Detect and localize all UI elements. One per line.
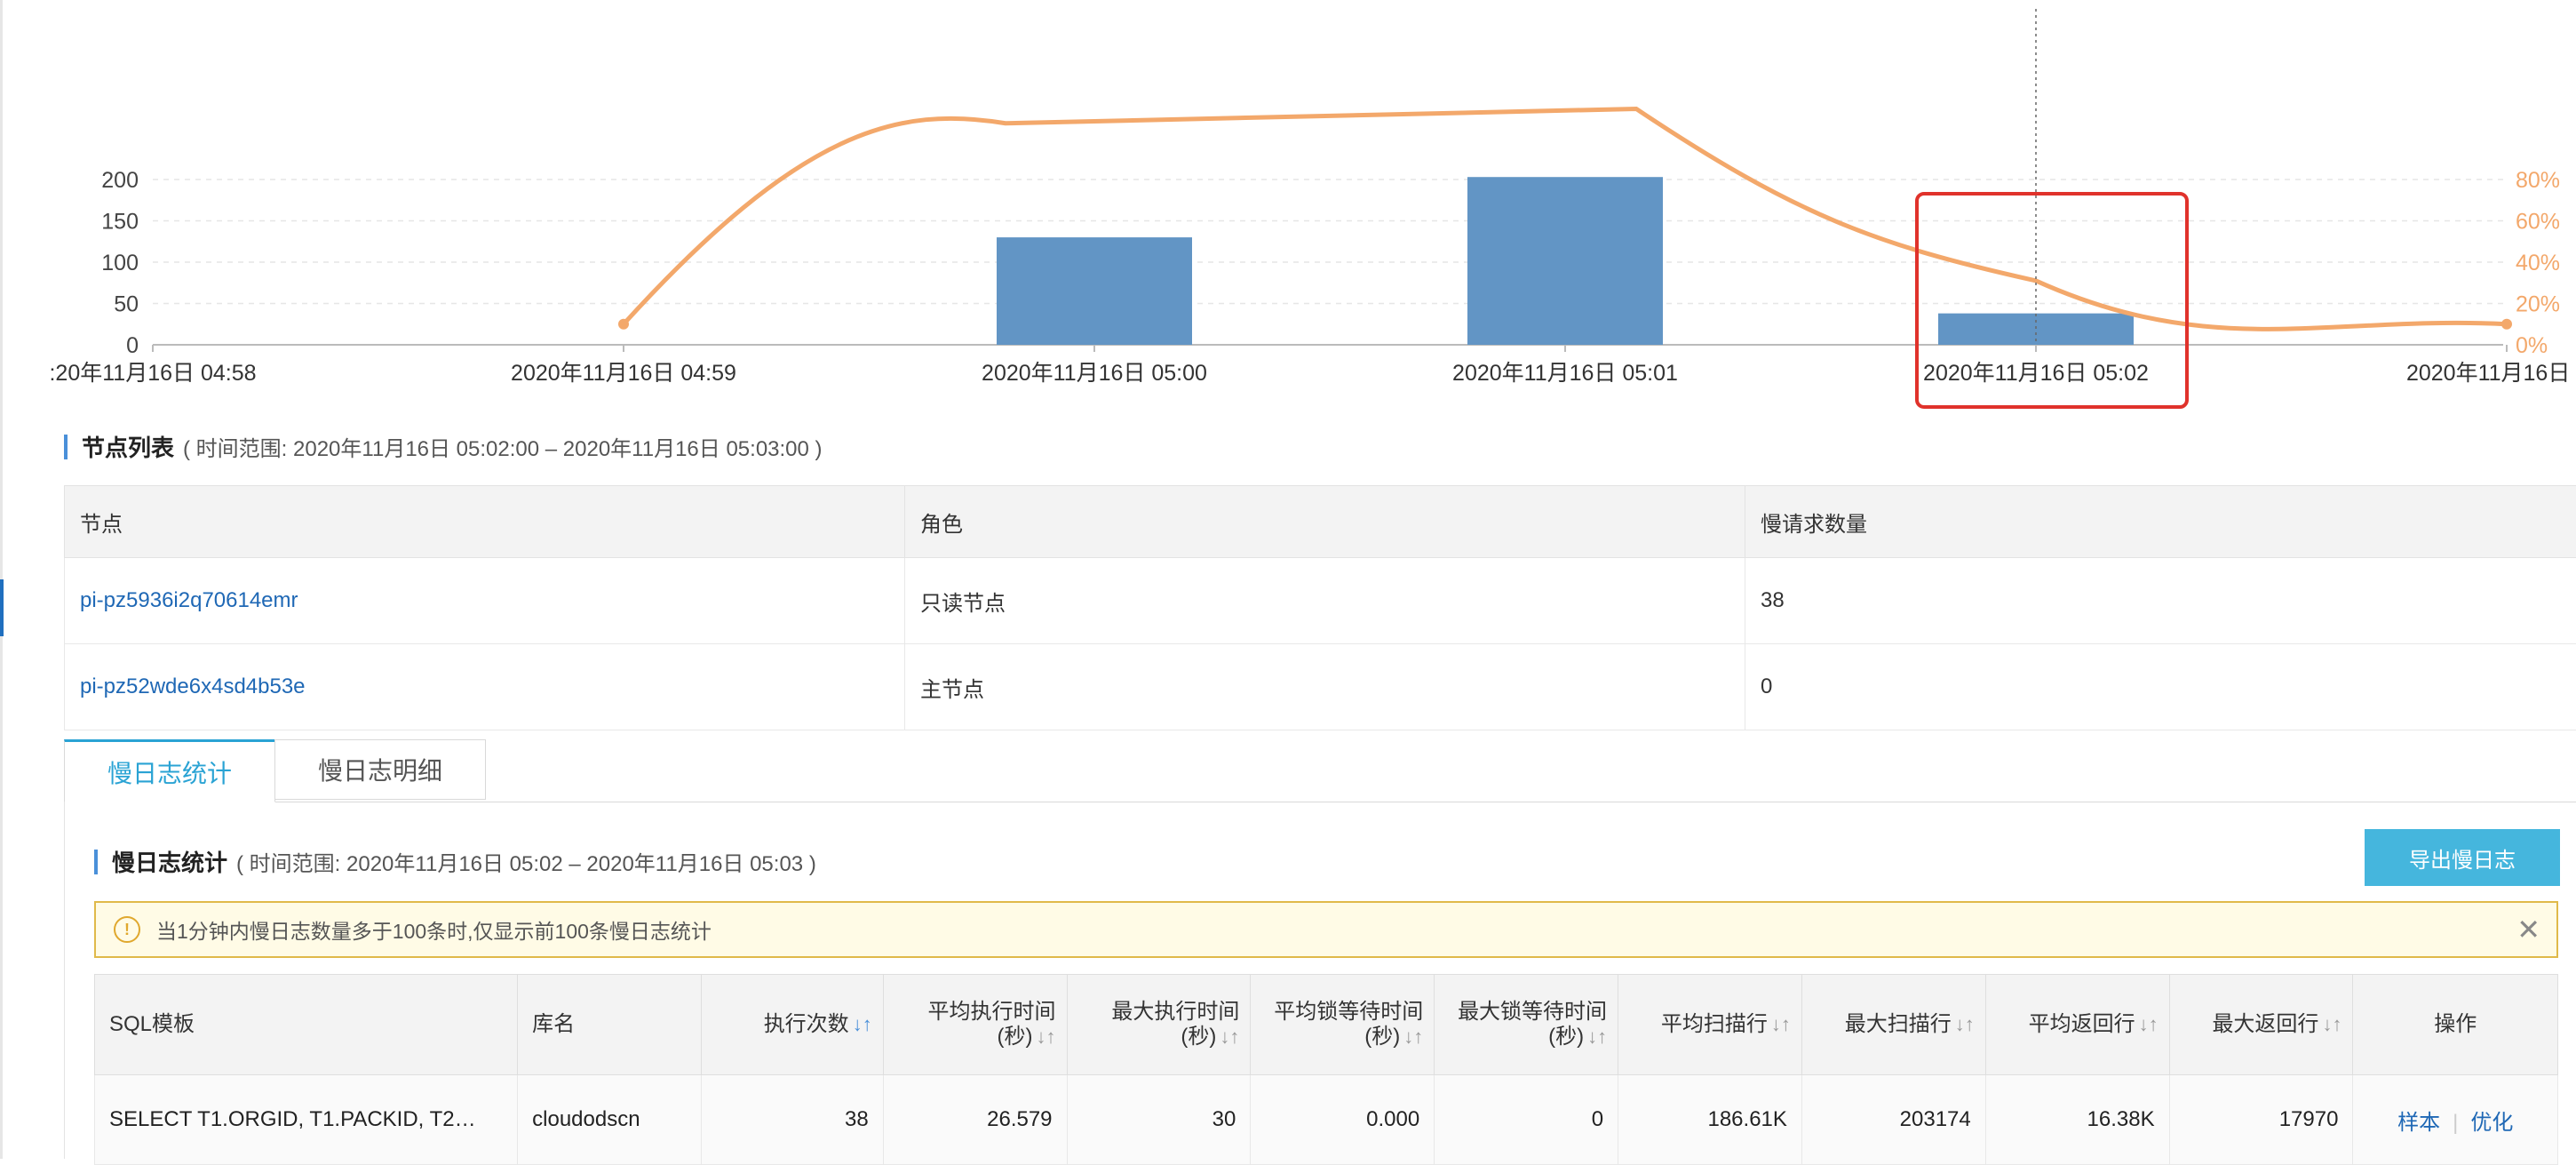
table-row: pi-pz52wde6x4sd4b53e 主节点 0 <box>65 644 2576 730</box>
x-tick-label: 2020年11月16日 05:01 <box>1452 361 1678 386</box>
sort-icon[interactable]: ↓↑ <box>2322 1013 2341 1035</box>
column-header-role: 角色 <box>905 486 1745 558</box>
column-header-max-return-rows[interactable]: 最大返回行↓↑ <box>2169 975 2353 1075</box>
y-right-tick-label: 40% <box>2516 251 2560 275</box>
max-exec-time-cell: 30 <box>1067 1075 1251 1165</box>
x-tick-label: 2020年11月16日 05: <box>2406 361 2576 386</box>
node-slow-count: 38 <box>1745 558 2576 644</box>
slow-log-chart: 0 50 100 150 200 0% 20% 40% 60% 80% :20年11月16日 04:… <box>0 0 2576 409</box>
tab-slow-log-detail[interactable]: 慢日志明细 <box>274 739 486 800</box>
sort-icon[interactable]: ↓↑ <box>2139 1013 2159 1035</box>
column-header-avg-return-rows[interactable]: 平均返回行↓↑ <box>1985 975 2169 1075</box>
x-tick-label: 2020年11月16日 05:02 <box>1923 361 2149 386</box>
y-tick-label: 100 <box>101 251 139 275</box>
warning-text: 当1分钟内慢日志数量多于100条时,仅显示前100条慢日志统计 <box>156 914 712 945</box>
line-point <box>618 319 629 330</box>
section-accent-bar <box>64 435 68 459</box>
close-icon[interactable]: ✕ <box>2516 915 2540 944</box>
sort-icon[interactable]: ↓↑ <box>1220 1025 1239 1048</box>
avg-return-rows-cell: 16.38K <box>1985 1075 2169 1165</box>
actions-cell: 样本 | 优化 <box>2353 1075 2558 1165</box>
slow-log-stats-table: SQL模板 库名 执行次数↓↑ 平均执行时间 (秒)↓↑ 最大执行时间 (秒)↓… <box>94 974 2558 1165</box>
x-tick-label: 2020年11月16日 04:59 <box>511 361 736 386</box>
node-table: 节点 角色 慢请求数量 pi-pz5936i2q70614emr 只读节点 38… <box>64 485 2576 730</box>
node-slow-count: 0 <box>1745 644 2576 730</box>
sort-icon[interactable]: ↓↑ <box>1587 1025 1607 1048</box>
column-header-max-lock-wait[interactable]: 最大锁等待时间 (秒)↓↑ <box>1435 975 1618 1075</box>
sort-icon[interactable]: ↓↑ <box>1037 1025 1056 1048</box>
max-scan-rows-cell: 203174 <box>1801 1075 1985 1165</box>
table-row: SELECT T1.ORGID, T1.PACKID, T2… cloudods… <box>95 1075 2558 1165</box>
warning-banner: ! 当1分钟内慢日志数量多于100条时,仅显示前100条慢日志统计 ✕ <box>94 901 2558 958</box>
sort-icon[interactable]: ↓↑ <box>1955 1013 1975 1035</box>
y-right-tick-label: 0% <box>2516 333 2548 358</box>
max-return-rows-cell: 17970 <box>2169 1075 2353 1165</box>
stats-header: 慢日志统计 ( 时间范围: 2020年11月16日 05:02 – 2020年1… <box>94 845 816 878</box>
column-header-avg-exec-time[interactable]: 平均执行时间 (秒)↓↑ <box>883 975 1067 1075</box>
node-list-time-range: ( 时间范围: 2020年11月16日 05:02:00 – 2020年11月1… <box>183 431 823 462</box>
column-header-exec-count[interactable]: 执行次数↓↑ <box>702 975 884 1075</box>
sort-icon[interactable]: ↓↑ <box>853 1013 872 1035</box>
sidebar-active-indicator <box>0 579 4 636</box>
sort-icon[interactable]: ↓↑ <box>1403 1025 1423 1048</box>
y-tick-label: 200 <box>101 168 139 193</box>
y-tick-label: 0 <box>126 333 139 358</box>
sql-template-cell: SELECT T1.ORGID, T1.PACKID, T2… <box>95 1075 518 1165</box>
db-name-cell: cloudodscn <box>518 1075 702 1165</box>
tab-slow-log-stats[interactable]: 慢日志统计 <box>64 739 275 802</box>
column-header-db-name: 库名 <box>518 975 702 1075</box>
column-header-node: 节点 <box>65 486 905 558</box>
node-link[interactable]: pi-pz52wde6x4sd4b53e <box>65 644 905 730</box>
y-tick-label: 50 <box>114 292 139 317</box>
column-header-avg-lock-wait[interactable]: 平均锁等待时间 (秒)↓↑ <box>1251 975 1435 1075</box>
log-tabs: 慢日志统计 慢日志明细 <box>64 739 2576 802</box>
column-header-avg-scan-rows[interactable]: 平均扫描行↓↑ <box>1618 975 1802 1075</box>
warning-circle-icon: ! <box>114 916 140 943</box>
x-tick-label: :20年11月16日 04:58 <box>49 361 256 386</box>
avg-exec-time-cell: 26.579 <box>883 1075 1067 1165</box>
exec-count-cell: 38 <box>702 1075 884 1165</box>
node-role: 主节点 <box>905 644 1745 730</box>
stats-time-range: ( 时间范围: 2020年11月16日 05:02 – 2020年11月16日 … <box>236 846 816 877</box>
optimize-link[interactable]: 优化 <box>2470 1111 2513 1135</box>
node-table-header: 节点 角色 慢请求数量 <box>65 486 2576 558</box>
y-right-tick-label: 60% <box>2516 210 2560 235</box>
column-header-actions: 操作 <box>2353 975 2558 1075</box>
chart-bar <box>997 237 1192 345</box>
chart-bar <box>1467 177 1663 345</box>
y-right-tick-label: 80% <box>2516 168 2560 193</box>
y-right-tick-label: 20% <box>2516 292 2560 317</box>
column-header-max-exec-time[interactable]: 最大执行时间 (秒)↓↑ <box>1067 975 1251 1075</box>
max-lock-wait-cell: 0 <box>1435 1075 1618 1165</box>
x-tick-label: 2020年11月16日 05:00 <box>982 361 1207 386</box>
line-point <box>2501 319 2512 330</box>
column-header-slow-count: 慢请求数量 <box>1745 486 2576 558</box>
node-role: 只读节点 <box>905 558 1745 644</box>
sort-icon[interactable]: ↓↑ <box>1771 1013 1791 1035</box>
stats-title: 慢日志统计 <box>112 845 227 878</box>
y-tick-label: 150 <box>101 210 139 235</box>
avg-lock-wait-cell: 0.000 <box>1251 1075 1435 1165</box>
node-list-header: 节点列表 ( 时间范围: 2020年11月16日 05:02:00 – 2020… <box>64 430 823 463</box>
node-link[interactable]: pi-pz5936i2q70614emr <box>65 558 905 644</box>
action-separator: | <box>2453 1111 2458 1135</box>
avg-scan-rows-cell: 186.61K <box>1618 1075 1802 1165</box>
column-header-max-scan-rows[interactable]: 最大扫描行↓↑ <box>1801 975 1985 1075</box>
column-header-sql-template: SQL模板 <box>95 975 518 1075</box>
section-accent-bar <box>94 850 98 874</box>
sample-link[interactable]: 样本 <box>2397 1111 2440 1135</box>
export-slow-log-button[interactable]: 导出慢日志 <box>2365 829 2560 886</box>
stats-table-header: SQL模板 库名 执行次数↓↑ 平均执行时间 (秒)↓↑ 最大执行时间 (秒)↓… <box>95 975 2558 1075</box>
node-list-title: 节点列表 <box>82 430 174 463</box>
table-row: pi-pz5936i2q70614emr 只读节点 38 <box>65 558 2576 644</box>
